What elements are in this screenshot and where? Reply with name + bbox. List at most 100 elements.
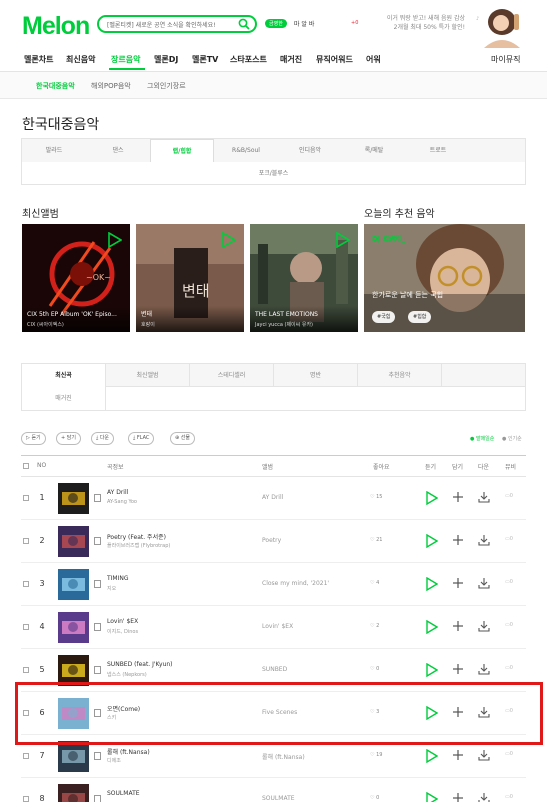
song-title[interactable]: 롤해 (ft.Nansa) [107, 747, 247, 756]
song-artist[interactable]: AY-Sang Yoo [107, 499, 247, 505]
like-button[interactable]: ♡ 19 [370, 752, 382, 758]
row-checkbox[interactable] [23, 538, 29, 544]
mv-icon[interactable]: ▭0 [505, 579, 513, 585]
ad-illustration[interactable]: ♪ [470, 6, 526, 48]
song-album[interactable]: Poetry [262, 537, 362, 544]
album-artist[interactable]: CIX (씨아이엑스) [27, 321, 64, 328]
genre-dance[interactable]: 댄스 [86, 139, 150, 162]
download-button[interactable]: ⤓ 다운 [91, 432, 115, 445]
nav-latest-music[interactable]: 최신음악 [66, 54, 95, 65]
table-row[interactable]: 4 Lovin' $EX 이지드, Dinos Lovin' $EX ♡ 2 ▭… [21, 606, 526, 649]
tab-latest-albums[interactable]: 최신앨범 [106, 364, 190, 387]
sort-by-popularity[interactable]: ● 인기순 [502, 435, 522, 442]
album-card[interactable]: ~OK~ CIX 5th EP Album 'OK' Episo... CIX … [22, 224, 130, 332]
table-row[interactable]: 8 SOULMATE SOULMATE ♡ 0 ▭0 [21, 778, 526, 802]
nav-genre-music[interactable]: 장르음악 [111, 54, 140, 65]
genre-ballad[interactable]: 발라드 [22, 139, 86, 162]
song-artist[interactable]: 지오 [107, 585, 247, 592]
user-name[interactable]: 마 알 바 [294, 19, 314, 28]
download-icon[interactable] [478, 577, 490, 589]
recommend-text[interactable]: 한가로운 날에 듣는 국힙 [372, 290, 443, 300]
mv-icon[interactable]: ▭0 [505, 622, 513, 628]
download-icon[interactable] [478, 749, 490, 761]
song-info-icon[interactable] [94, 623, 101, 631]
song-title[interactable]: Poetry (Feat. 주서준) [107, 532, 247, 541]
album-card[interactable]: THE LAST EMOTIONS Jayci yucca (제이씨 유카) [250, 224, 358, 332]
album-title[interactable]: 변태 [141, 309, 239, 318]
nav-my-music[interactable]: 마이뮤직 [491, 54, 520, 65]
album-title[interactable]: THE LAST EMOTIONS [255, 311, 353, 318]
select-all-checkbox[interactable] [23, 463, 29, 469]
flac-button[interactable]: ⤓ FLAC [128, 432, 155, 445]
album-artist[interactable]: 호랑이 [141, 321, 155, 328]
nav-melon-chart[interactable]: 멜론차트 [24, 54, 53, 65]
like-button[interactable]: ♡ 21 [370, 537, 382, 543]
subnav-other-genres[interactable]: 그외인기장르 [147, 81, 186, 91]
search-input[interactable]: [멜론티켓] 새로운 공연 소식을 확인하세요! [107, 20, 216, 29]
tab-recommend[interactable]: 추천음악 [358, 364, 442, 387]
nav-magazine[interactable]: 매거진 [280, 54, 302, 65]
mv-icon[interactable]: ▭0 [505, 536, 513, 542]
add-icon[interactable] [452, 620, 464, 632]
song-info-icon[interactable] [94, 494, 101, 502]
tab-latest-songs[interactable]: 최신곡 [22, 364, 106, 387]
song-info-icon[interactable] [94, 580, 101, 588]
album-thumbnail[interactable] [58, 741, 89, 772]
genre-trot[interactable]: 트로트 [406, 139, 470, 162]
song-artist[interactable]: 디에조 [107, 757, 247, 764]
play-icon[interactable] [426, 534, 438, 548]
album-thumbnail[interactable] [58, 526, 89, 557]
mv-icon[interactable]: ▭0 [505, 751, 513, 757]
song-artist[interactable]: 넵스스 (Nepkors) [107, 671, 247, 678]
genre-folk[interactable]: 포크/블루스 [22, 162, 525, 185]
download-icon[interactable] [478, 534, 490, 546]
play-icon[interactable] [426, 620, 438, 634]
nav-music-award[interactable]: 뮤직어워드 [316, 54, 353, 65]
genre-hiphop[interactable]: 랩/힙합 [150, 139, 214, 162]
like-button[interactable]: ♡ 0 [370, 795, 379, 801]
download-icon[interactable] [478, 792, 490, 802]
album-card[interactable]: 변태 변태 호랑이 [136, 224, 244, 332]
row-checkbox[interactable] [23, 581, 29, 587]
song-info-icon[interactable] [94, 666, 101, 674]
gift-button[interactable]: ⊕ 선물 [170, 432, 195, 445]
add-icon[interactable] [452, 577, 464, 589]
row-checkbox[interactable] [23, 667, 29, 673]
subnav-overseas-pop[interactable]: 해외POP음악 [91, 81, 131, 91]
play-icon[interactable] [426, 749, 438, 763]
table-row[interactable]: 1 AY Drill AY-Sang Yoo AY Drill ♡ 15 ▭0 [21, 477, 526, 520]
song-info-icon[interactable] [94, 537, 101, 545]
genre-indie[interactable]: 인디음악 [278, 139, 342, 162]
search-icon[interactable] [238, 18, 250, 30]
add-icon[interactable] [452, 663, 464, 675]
song-title[interactable]: Lovin' $EX [107, 618, 247, 625]
like-button[interactable]: ♡ 0 [370, 666, 379, 672]
like-button[interactable]: ♡ 15 [370, 494, 382, 500]
song-album[interactable]: 롤해 (ft.Nansa) [262, 752, 362, 761]
recommend-dj-tag[interactable]: DJ 호랑이_ [372, 234, 406, 244]
tab-classic-album[interactable]: 명반 [274, 364, 358, 387]
like-button[interactable]: ♡ 4 [370, 580, 379, 586]
nav-star-post[interactable]: 스타포스트 [230, 54, 267, 65]
subnav-korean-pop[interactable]: 한국대중음악 [36, 81, 75, 91]
song-album[interactable]: Lovin' $EX [262, 623, 362, 630]
mv-icon[interactable]: ▭0 [505, 665, 513, 671]
recommend-chip[interactable]: #국힙 [372, 311, 396, 323]
row-checkbox[interactable] [23, 624, 29, 630]
nav-melon-tv[interactable]: 멜론TV [192, 54, 218, 65]
nav-melon-dj[interactable]: 멜론DJ [154, 54, 178, 65]
table-row[interactable]: 2 Poetry (Feat. 주서준) 플라이브러즈랩 (Flybrotrap… [21, 520, 526, 563]
search-box[interactable]: [멜론티켓] 새로운 공연 소식을 확인하세요! [97, 15, 257, 33]
song-artist[interactable]: 이지드, Dinos [107, 628, 247, 635]
ad-banner-text[interactable]: 이거 뭐랑 받고! 새해 음원 감상 2개월 최대 50% 특가 할인! [381, 14, 465, 32]
add-icon[interactable] [452, 534, 464, 546]
download-icon[interactable] [478, 620, 490, 632]
song-album[interactable]: AY Drill [262, 494, 362, 501]
add-all-button[interactable]: + 담기 [56, 432, 81, 445]
song-title[interactable]: SUNBED (feat. J'Kyun) [107, 661, 247, 668]
song-title[interactable]: TIMING [107, 575, 247, 582]
play-icon[interactable] [222, 232, 236, 248]
play-icon[interactable] [426, 577, 438, 591]
album-title[interactable]: CIX 5th EP Album 'OK' Episo... [27, 311, 125, 318]
tab-magazine[interactable]: 매거진 [22, 387, 106, 410]
